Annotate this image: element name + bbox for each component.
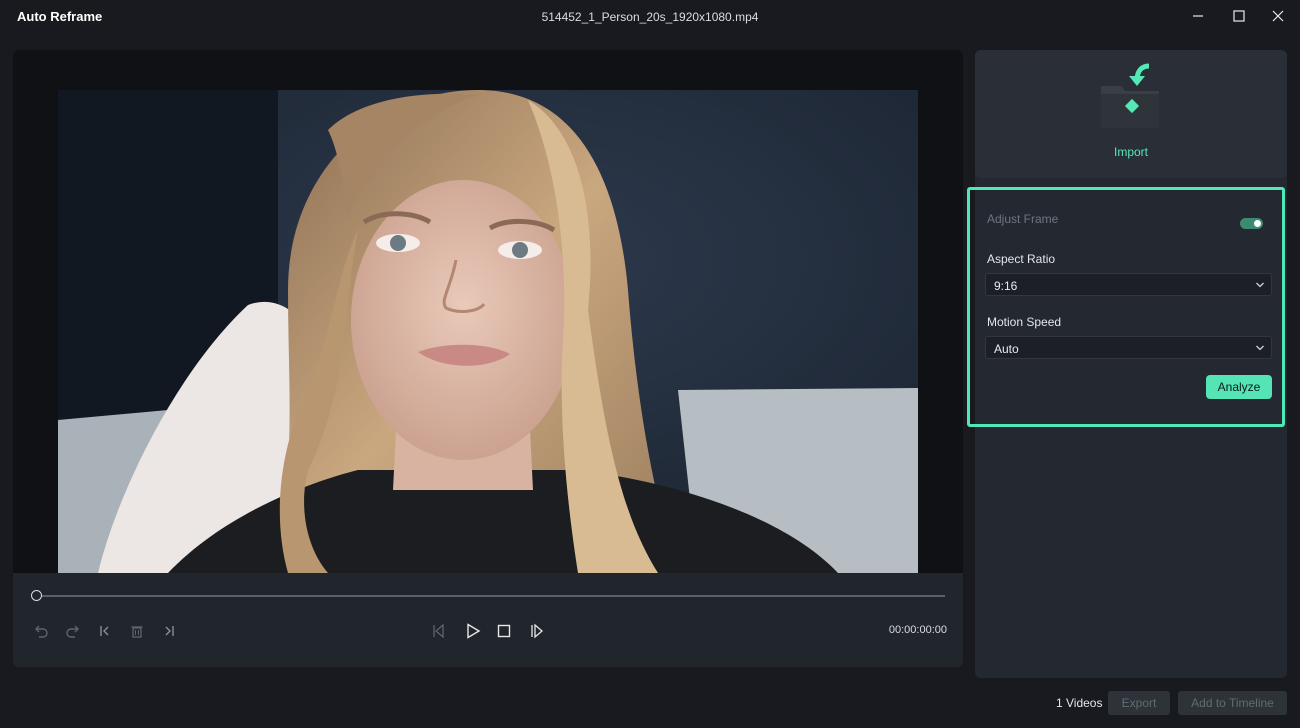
mark-out-button[interactable]: [159, 621, 179, 641]
chevron-down-icon: [1256, 345, 1264, 351]
mark-out-icon: [165, 626, 174, 636]
close-button[interactable]: [1266, 5, 1290, 27]
motion-speed-label: Motion Speed: [987, 315, 1062, 329]
maximize-icon: [1233, 10, 1245, 22]
add-to-timeline-button[interactable]: Add to Timeline: [1178, 691, 1287, 715]
aspect-ratio-select[interactable]: 9:16: [985, 273, 1272, 296]
import-label: Import: [1113, 145, 1148, 159]
reframe-settings: Adjust Frame Aspect Ratio 9:16 Motion Sp…: [967, 187, 1285, 427]
video-preview[interactable]: [13, 50, 963, 573]
progress-track[interactable]: [36, 595, 945, 597]
maximize-button[interactable]: [1227, 5, 1251, 27]
player-controls: 00:00:00:00: [13, 573, 963, 667]
timecode: 00:00:00:00: [888, 624, 947, 636]
redo-icon: [66, 625, 79, 638]
title-bar: Auto Reframe 514452_1_Person_20s_1920x10…: [0, 0, 1300, 34]
mark-in-button[interactable]: [95, 621, 115, 641]
mark-in-icon: [100, 626, 109, 636]
play-button[interactable]: [463, 621, 483, 641]
aspect-ratio-label: Aspect Ratio: [987, 252, 1056, 266]
motion-speed-value: Auto: [994, 342, 1019, 356]
undo-icon: [35, 625, 48, 638]
aspect-ratio-value: 9:16: [994, 279, 1018, 293]
previous-frame-icon: [433, 623, 444, 639]
minimize-button[interactable]: [1186, 5, 1210, 27]
motion-speed-select[interactable]: Auto: [985, 336, 1272, 359]
video-count: 1 Videos: [1056, 696, 1103, 710]
adjust-frame-label: Adjust Frame: [987, 212, 1059, 226]
previous-frame-button[interactable]: [429, 621, 449, 641]
delete-icon: [131, 626, 143, 638]
next-frame-button[interactable]: [527, 621, 547, 641]
stop-icon: [497, 624, 511, 638]
stop-button[interactable]: [494, 621, 514, 641]
minimize-icon: [1193, 15, 1203, 17]
undo-button[interactable]: [31, 621, 51, 641]
import-button[interactable]: Import: [975, 50, 1287, 178]
close-icon: [1272, 10, 1284, 22]
adjust-frame-toggle[interactable]: [1240, 218, 1263, 229]
next-frame-icon: [531, 623, 543, 639]
play-icon: [467, 623, 481, 639]
import-folder-icon: [1101, 63, 1159, 128]
preview-panel: 00:00:00:00: [13, 50, 963, 667]
export-button[interactable]: Export: [1108, 691, 1170, 715]
side-panel: Import Adjust Frame Aspect Ratio 9:16 Mo…: [967, 50, 1287, 678]
file-name: 514452_1_Person_20s_1920x1080.mp4: [541, 10, 759, 24]
video-still-image: [58, 90, 918, 573]
video-frame: [58, 90, 918, 573]
redo-button[interactable]: [63, 621, 83, 641]
chevron-down-icon: [1256, 282, 1264, 288]
progress-thumb[interactable]: [31, 590, 42, 601]
analyze-button[interactable]: Analyze: [1206, 375, 1272, 399]
delete-button[interactable]: [127, 621, 147, 641]
